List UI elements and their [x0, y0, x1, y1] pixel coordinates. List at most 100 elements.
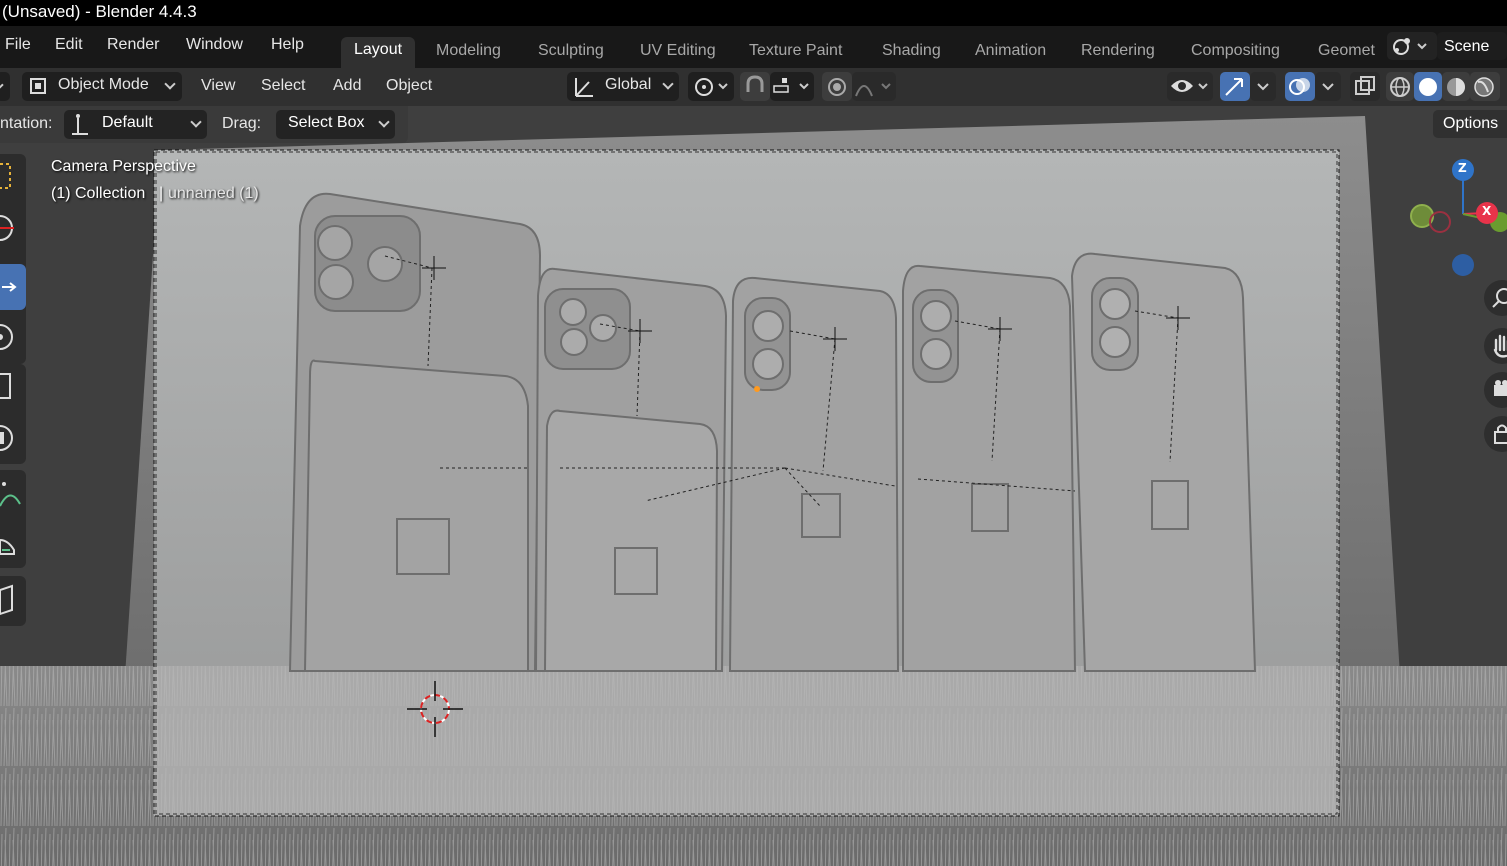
zoom-button[interactable]	[1484, 280, 1507, 316]
chevron-down-icon	[1257, 83, 1269, 91]
phone-1	[288, 192, 542, 672]
tab-texture-paint[interactable]: Texture Paint	[736, 38, 855, 68]
proportional-editing-toggle[interactable]	[822, 72, 852, 101]
material-sphere-icon	[1447, 78, 1465, 96]
menu-file[interactable]: File	[5, 36, 31, 54]
scene-name: Scene	[1444, 38, 1490, 55]
proportional-edit-icon	[828, 78, 846, 96]
menu-help[interactable]: Help	[271, 36, 304, 54]
view-name-label: Camera Perspective	[51, 158, 196, 175]
orientation-setting-label: ntation:	[0, 115, 53, 132]
tab-rendering[interactable]: Rendering	[1068, 38, 1168, 68]
camera-icon	[1494, 380, 1507, 396]
orientation-icon	[575, 78, 593, 97]
wireframe-sphere-icon	[1390, 77, 1410, 97]
transform-icon	[0, 425, 13, 451]
chevron-down-icon	[662, 78, 674, 90]
scene-icon	[1393, 38, 1427, 55]
camera-view-button[interactable]	[1484, 372, 1507, 408]
viewport-scene	[0, 106, 1507, 866]
3d-viewport[interactable]: Z X Camera Perspective (1) Collection | …	[0, 106, 1507, 866]
tool-settings-bar: ntation: Default Drag: Select Box	[0, 106, 408, 143]
object-mode-icon	[30, 78, 46, 94]
toolbar-group-scale	[0, 364, 26, 464]
snap-increment-icon	[773, 78, 809, 93]
collection-separator: |	[159, 185, 164, 202]
falloff-curve-icon	[855, 83, 891, 97]
visibility-selector[interactable]	[1167, 72, 1213, 101]
tool-add-cube[interactable]	[0, 576, 26, 622]
drag-setting-label: Drag:	[222, 115, 262, 132]
shading-solid[interactable]	[1414, 72, 1442, 101]
tab-sculpting[interactable]: Sculpting	[525, 38, 617, 68]
gizmo-neg-z	[1452, 254, 1474, 276]
snap-toggle[interactable]	[740, 72, 770, 101]
window-title: (Unsaved) - Blender 4.4.3	[0, 0, 1507, 26]
drag-setting-value: Select Box	[288, 114, 365, 131]
menu-window[interactable]: Window	[186, 36, 243, 54]
options-button[interactable]: Options	[1433, 110, 1507, 138]
tool-cursor[interactable]	[0, 204, 26, 250]
measure-icon	[0, 538, 15, 555]
transform-orientation-selector[interactable]: Global	[567, 72, 679, 101]
tool-annotate[interactable]	[0, 470, 26, 516]
pivot-point-selector[interactable]	[688, 72, 734, 101]
tool-transform[interactable]	[0, 414, 26, 460]
shading-rendered[interactable]	[1470, 72, 1500, 101]
gizmo-z-label[interactable]: Z	[1458, 161, 1467, 175]
shading-material[interactable]	[1442, 72, 1470, 101]
cursor-icon	[0, 215, 14, 241]
tab-geometry-nodes[interactable]: Geomet	[1305, 38, 1377, 68]
tab-layout[interactable]: Layout	[341, 37, 416, 68]
editor-type-button[interactable]	[0, 72, 10, 101]
toolbar-group-select	[0, 154, 26, 364]
mode-label: Object Mode	[58, 76, 149, 93]
menu-add[interactable]: Add	[333, 77, 361, 95]
viewport-header: Object Mode View Select Add Object Globa…	[0, 68, 1507, 106]
tool-rotate[interactable]	[0, 314, 26, 360]
gizmo-options[interactable]	[1250, 72, 1276, 101]
tool-select-box[interactable]	[0, 154, 26, 200]
xray-toggle[interactable]	[1350, 72, 1380, 101]
tab-animation[interactable]: Animation	[962, 38, 1059, 68]
gizmo-toggle[interactable]	[1220, 72, 1250, 101]
gizmo-icon	[1225, 78, 1243, 96]
magnet-icon	[746, 75, 764, 92]
solid-sphere-icon	[1419, 78, 1437, 96]
tab-shading[interactable]: Shading	[869, 38, 954, 68]
menu-select[interactable]: Select	[261, 77, 305, 95]
pan-button[interactable]	[1484, 328, 1507, 364]
gizmo-x-label[interactable]: X	[1482, 204, 1491, 218]
collection-label: (1) Collection	[51, 185, 146, 202]
rotate-icon	[0, 324, 13, 350]
scale-icon	[0, 373, 11, 399]
menu-edit[interactable]: Edit	[55, 36, 83, 54]
menu-object[interactable]: Object	[386, 77, 432, 95]
menu-render[interactable]: Render	[107, 36, 159, 54]
scene-selector-button[interactable]	[1387, 32, 1437, 60]
phone-3	[728, 276, 900, 672]
chevron-down-icon	[164, 78, 176, 90]
mode-selector[interactable]: Object Mode	[22, 72, 182, 101]
overlays-toggle[interactable]	[1285, 72, 1315, 101]
tab-compositing[interactable]: Compositing	[1178, 38, 1293, 68]
tool-scale[interactable]	[0, 364, 26, 410]
menu-view[interactable]: View	[201, 77, 235, 95]
proportional-falloff-selector[interactable]	[852, 72, 896, 101]
drag-setting-dropdown[interactable]: Select Box	[276, 110, 395, 139]
overlays-options[interactable]	[1315, 72, 1341, 101]
lock-camera-button[interactable]	[1484, 416, 1507, 452]
lock-icon	[1494, 424, 1507, 444]
annotate-icon	[0, 482, 21, 507]
snap-target-selector[interactable]	[770, 72, 814, 101]
chevron-down-icon	[378, 116, 390, 128]
tab-uv-editing[interactable]: UV Editing	[627, 38, 729, 68]
toolbar-group-annotate	[0, 470, 26, 568]
tab-modeling[interactable]: Modeling	[423, 38, 514, 68]
orientation-setting-value: Default	[102, 114, 153, 131]
shading-wireframe[interactable]	[1386, 72, 1414, 101]
selected-origin-dot	[754, 386, 760, 392]
orientation-setting-dropdown[interactable]: Default	[64, 110, 207, 139]
tool-move[interactable]	[0, 264, 26, 310]
tool-measure[interactable]	[0, 520, 26, 566]
